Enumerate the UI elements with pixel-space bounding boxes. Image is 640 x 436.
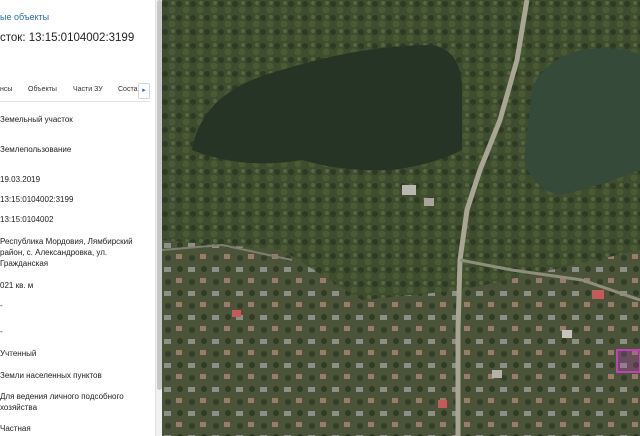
field-land-type: Землепользование bbox=[0, 145, 72, 154]
building bbox=[492, 370, 502, 378]
field-permitted-use: Для ведения личного подсобного хозяйства bbox=[0, 392, 124, 412]
tab-objects[interactable]: Объекты bbox=[28, 86, 57, 93]
selected-parcel-outline[interactable] bbox=[616, 349, 640, 373]
satellite-map[interactable] bbox=[162, 0, 640, 436]
building bbox=[438, 400, 447, 408]
field-ownership: Частная bbox=[0, 424, 31, 433]
field-cost: - bbox=[0, 301, 3, 310]
field-area: 021 кв. м bbox=[0, 281, 34, 290]
field-address: Республика Мордовия, Лямбирский район, с… bbox=[0, 237, 133, 268]
info-panel: ые объекты сток: 13:15:0104002:3199 нсы … bbox=[0, 0, 155, 436]
tab-composition[interactable]: Соста bbox=[118, 86, 137, 93]
field-category: Земли населенных пунктов bbox=[0, 371, 102, 380]
panel-scrollbar[interactable] bbox=[155, 0, 162, 436]
building bbox=[592, 290, 604, 299]
tab-bar: нсы Объекты Части ЗУ Соста bbox=[0, 80, 150, 102]
field-status: Учтенный bbox=[0, 349, 37, 358]
building bbox=[232, 310, 241, 317]
tab-parts[interactable]: Части ЗУ bbox=[73, 86, 103, 93]
field-date: 19.03.2019 bbox=[0, 175, 41, 184]
back-link[interactable]: ые объекты bbox=[0, 12, 49, 22]
field-quarter-number: 13:15:0104002 bbox=[0, 215, 54, 224]
building bbox=[402, 185, 416, 195]
field-cadastral-number: 13:15:0104002:3199 bbox=[0, 195, 74, 204]
field-cost-date: - bbox=[0, 327, 3, 336]
tab-scroll-right-button[interactable]: ▸ bbox=[138, 83, 150, 99]
building bbox=[562, 330, 572, 338]
building bbox=[424, 198, 434, 206]
field-object-type: Земельный участок bbox=[0, 115, 73, 124]
tab-attributes[interactable]: нсы bbox=[0, 86, 12, 93]
page-title: сток: 13:15:0104002:3199 bbox=[0, 32, 135, 44]
